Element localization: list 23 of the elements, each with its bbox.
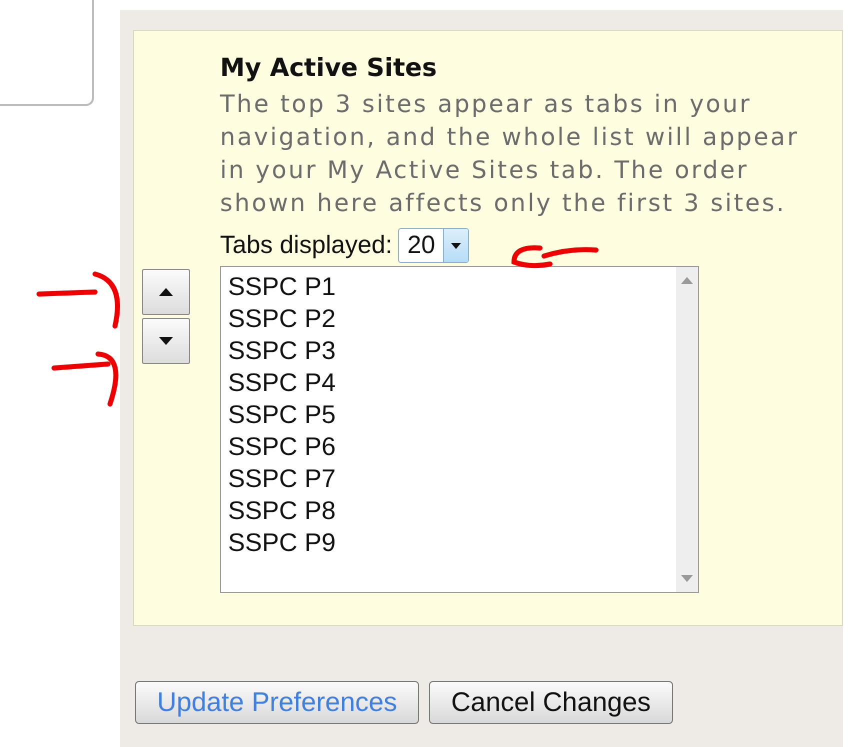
caret-icon bbox=[451, 242, 462, 248]
tabs-displayed-label: Tabs displayed: bbox=[220, 231, 392, 260]
site-list-item[interactable]: SSPC P5 bbox=[228, 399, 676, 431]
cancel-button[interactable]: Cancel Changes bbox=[429, 681, 673, 724]
up-triangle-icon bbox=[159, 288, 173, 296]
sites-listbox[interactable]: SSPC P1 SSPC P2 SSPC P3 SSPC P4 SSPC P5 SSPC P6 SSPC P7 SSPC P8 SSPC P9 bbox=[220, 266, 699, 593]
site-list-item[interactable]: SSPC P7 bbox=[228, 463, 676, 495]
move-down-button[interactable] bbox=[142, 318, 190, 364]
site-list-item[interactable]: SSPC P6 bbox=[228, 431, 676, 463]
site-list-item[interactable]: SSPC P4 bbox=[228, 367, 676, 399]
site-list-item[interactable]: SSPC P3 bbox=[228, 335, 676, 367]
scrollbar[interactable] bbox=[676, 267, 698, 592]
tabs-displayed-dropdown[interactable]: 20 bbox=[398, 228, 470, 263]
move-up-button[interactable] bbox=[142, 269, 190, 315]
scroll-down-icon bbox=[681, 575, 693, 582]
section-title: My Active Sites bbox=[220, 53, 438, 82]
site-list-item[interactable]: SSPC P8 bbox=[228, 495, 676, 527]
site-list-item[interactable]: SSPC P1 bbox=[228, 271, 676, 303]
site-list-item[interactable]: SSPC P9 bbox=[228, 527, 676, 559]
scroll-up-icon bbox=[681, 277, 693, 284]
site-list-item[interactable]: SSPC P2 bbox=[228, 303, 676, 335]
down-triangle-icon bbox=[159, 337, 173, 345]
section-description: The top 3 sites appear as tabs in your navigation, and the whole list will appear in your My Active Sites tab. The order shown here affects only the first 3 sites. bbox=[220, 89, 800, 219]
